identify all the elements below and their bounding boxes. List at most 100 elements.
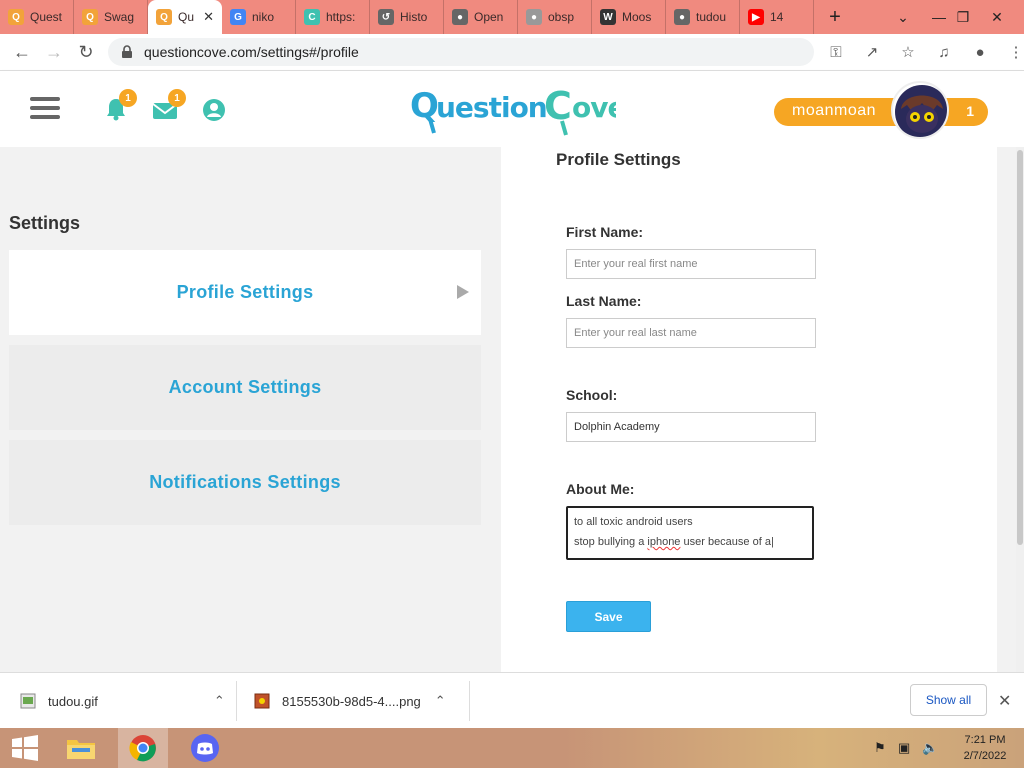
- chevron-up-icon[interactable]: ⌃: [214, 693, 225, 709]
- windows-taskbar: ⚑ ▣ 🔈 7:21 PM 2/7/2022: [0, 728, 1024, 768]
- browser-tab[interactable]: ▶ 14: [740, 0, 814, 34]
- svg-text:ove: ove: [572, 91, 616, 124]
- arrow-right-icon: [457, 285, 469, 299]
- tab-favicon-icon: ●: [452, 9, 468, 25]
- browser-tab[interactable]: Q Swag: [74, 0, 148, 34]
- about-me-textarea[interactable]: to all toxic android users stop bullying…: [566, 506, 814, 560]
- browser-tab[interactable]: Q Quest: [0, 0, 74, 34]
- avatar[interactable]: [891, 81, 949, 139]
- about-me-label: About Me:: [566, 481, 635, 497]
- profile-settings-panel: Profile Settings First Name: Enter your …: [501, 147, 997, 672]
- tab-label: Open: [474, 10, 504, 24]
- questioncove-logo[interactable]: Q uestion C ove: [410, 83, 626, 150]
- reload-button[interactable]: ↻: [70, 36, 102, 68]
- sidebar-item-notifications-settings[interactable]: Notifications Settings: [9, 440, 481, 525]
- tab-label: 14: [770, 10, 784, 24]
- last-name-field[interactable]: Enter your real last name: [566, 318, 816, 348]
- sidebar-item-label: Account Settings: [168, 377, 322, 397]
- discord-icon[interactable]: [180, 728, 230, 768]
- last-name-label: Last Name:: [566, 293, 642, 309]
- volume-muted-icon[interactable]: 🔈: [922, 740, 938, 756]
- restore-button[interactable]: ❐: [946, 0, 980, 34]
- svg-text:C: C: [544, 84, 571, 128]
- bookmark-star-icon[interactable]: ☆: [894, 38, 922, 66]
- download-item-png[interactable]: 8155530b-98d5-4....png ⌃: [254, 673, 446, 729]
- tab-favicon-icon: ●: [674, 9, 690, 25]
- profile-icon[interactable]: ●: [966, 38, 994, 66]
- hamburger-menu-icon[interactable]: [30, 97, 60, 119]
- url-field[interactable]: questioncove.com/settings#/profile: [108, 38, 814, 66]
- close-window-button[interactable]: ✕: [980, 0, 1014, 34]
- menu-dots-icon[interactable]: ⋮: [1002, 38, 1024, 66]
- browser-tab[interactable]: ● Open: [444, 0, 518, 34]
- lock-icon: [122, 45, 132, 58]
- download-item-gif[interactable]: tudou.gif ⌃: [20, 673, 225, 729]
- tab-label: https:: [326, 10, 356, 24]
- about-line-2: stop bullying a iphone user because of a…: [574, 536, 774, 548]
- logo-graphic: Q uestion C ove: [410, 84, 626, 136]
- windows-start-icon[interactable]: [0, 728, 50, 768]
- notifications-bell-icon[interactable]: 1: [105, 89, 137, 126]
- school-field[interactable]: Dolphin Academy: [566, 412, 816, 442]
- flag-tray-icon[interactable]: ⚑: [874, 740, 886, 756]
- tab-label: niko: [252, 10, 275, 24]
- browser-tab[interactable]: Q Qu ✕: [148, 0, 222, 34]
- scrollbar-thumb[interactable]: [1017, 150, 1023, 545]
- share-icon[interactable]: ↗: [858, 38, 886, 66]
- first-name-label: First Name:: [566, 224, 644, 240]
- tab-favicon-icon: Q: [156, 9, 172, 25]
- messages-envelope-icon[interactable]: 1: [152, 89, 186, 126]
- about-text: stop bullying a: [574, 536, 648, 548]
- close-tab-icon[interactable]: ✕: [203, 9, 214, 25]
- settings-title: Settings: [9, 213, 81, 233]
- png-file-icon: [254, 693, 270, 709]
- tab-favicon-icon: W: [600, 9, 616, 25]
- tab-search-chevron-icon[interactable]: ⌄: [886, 0, 920, 34]
- tab-label: tudou: [696, 10, 727, 24]
- site-header: 1 1 Q uestion C ove moanmoan 1: [0, 71, 1024, 147]
- user-profile-icon[interactable]: [202, 98, 226, 127]
- tab-label: Histo: [400, 10, 428, 24]
- save-button[interactable]: Save: [566, 601, 651, 632]
- key-icon[interactable]: ⚿: [822, 38, 850, 66]
- browser-tab[interactable]: ↺ Histo: [370, 0, 444, 34]
- page-title: Profile Settings: [556, 150, 681, 169]
- misspelled-word: iphone: [647, 536, 681, 548]
- tab-favicon-icon: ▶: [748, 9, 764, 25]
- address-bar: ← → ↻ questioncove.com/settings#/profile…: [0, 34, 1024, 71]
- school-label: School:: [566, 387, 618, 403]
- browser-tab[interactable]: ● obsp: [518, 0, 592, 34]
- tab-label: Moos: [622, 10, 652, 24]
- url-text: questioncove.com/settings#/profile: [144, 44, 359, 60]
- new-tab-button[interactable]: +: [822, 4, 848, 30]
- tab-favicon-icon: C: [304, 9, 320, 25]
- show-all-button[interactable]: Show all: [910, 684, 987, 716]
- sidebar-item-account-settings[interactable]: Account Settings: [9, 345, 481, 430]
- tab-label: Swag: [104, 10, 135, 24]
- tab-label: Quest: [30, 10, 63, 24]
- chrome-taskbar-icon[interactable]: [118, 728, 168, 768]
- download-filename: tudou.gif: [48, 693, 98, 709]
- chevron-up-icon[interactable]: ⌃: [435, 693, 446, 709]
- taskbar-clock[interactable]: 7:21 PM 2/7/2022: [950, 732, 1020, 764]
- forward-button[interactable]: →: [38, 36, 70, 68]
- tab-favicon-icon: G: [230, 9, 246, 25]
- tab-favicon-icon: ●: [526, 9, 542, 25]
- back-button[interactable]: ←: [6, 36, 38, 68]
- close-downloads-icon[interactable]: ✕: [998, 691, 1011, 711]
- network-tray-icon[interactable]: ▣: [898, 740, 910, 756]
- sidebar-item-profile-settings[interactable]: Profile Settings: [9, 250, 481, 335]
- browser-tab[interactable]: W Moos: [592, 0, 666, 34]
- file-explorer-icon[interactable]: [56, 728, 106, 768]
- svg-text:Q: Q: [410, 86, 438, 126]
- message-badge: 1: [168, 89, 186, 107]
- settings-sidebar: Settings Profile Settings Account Settin…: [0, 147, 500, 672]
- downloads-bar: tudou.gif ⌃ 8155530b-98d5-4....png ⌃ Sho…: [0, 672, 1024, 728]
- browser-tab[interactable]: Gniko: [222, 0, 296, 34]
- first-name-field[interactable]: Enter your real first name: [566, 249, 816, 279]
- media-control-icon[interactable]: ♫: [930, 38, 958, 66]
- user-pill[interactable]: moanmoan 1: [774, 98, 988, 126]
- browser-tab[interactable]: ● tudou: [666, 0, 740, 34]
- browser-tab[interactable]: Chttps:: [296, 0, 370, 34]
- tab-label: Qu: [178, 10, 195, 24]
